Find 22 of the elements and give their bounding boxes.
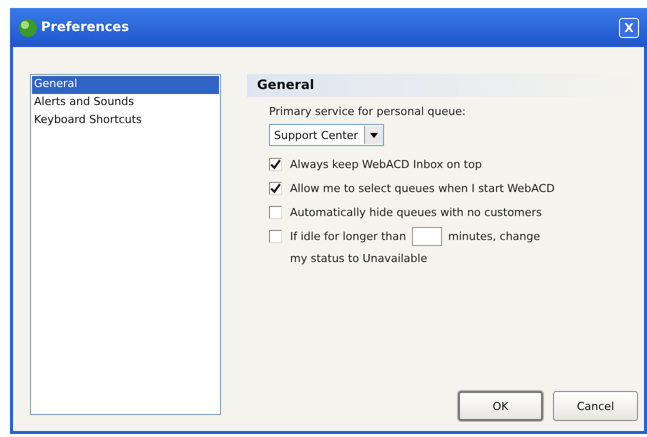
option-label: Allow me to select queues when I start WebACD xyxy=(290,182,555,194)
list-item[interactable]: Keyboard Shortcuts xyxy=(32,112,219,130)
option-label: my status to Unavailable xyxy=(289,252,428,265)
ok-button[interactable]: OK xyxy=(458,391,543,421)
close-button[interactable]: X xyxy=(619,18,639,38)
service-dropdown[interactable]: Support Center xyxy=(269,124,384,146)
service-label: Primary service for personal queue: xyxy=(269,105,466,118)
option-label: If idle for longer than xyxy=(290,230,406,242)
cancel-button[interactable]: Cancel xyxy=(553,391,638,421)
checkbox[interactable] xyxy=(269,158,282,170)
checkbox[interactable] xyxy=(269,206,282,218)
window-title: Preferences xyxy=(41,20,130,35)
list-item[interactable]: General xyxy=(32,76,219,94)
list-item[interactable]: Alerts and Sounds xyxy=(32,94,219,112)
caret-icon xyxy=(370,132,378,138)
option-label: minutes, change xyxy=(448,230,540,242)
option-label: Always keep WebACD Inbox on top xyxy=(290,158,482,170)
checkbox[interactable] xyxy=(269,182,282,194)
checkbox[interactable] xyxy=(269,230,282,242)
option-label: Automatically hide queues with no customers xyxy=(290,206,542,218)
minutes-field[interactable] xyxy=(412,226,442,246)
globe-icon xyxy=(18,18,38,38)
